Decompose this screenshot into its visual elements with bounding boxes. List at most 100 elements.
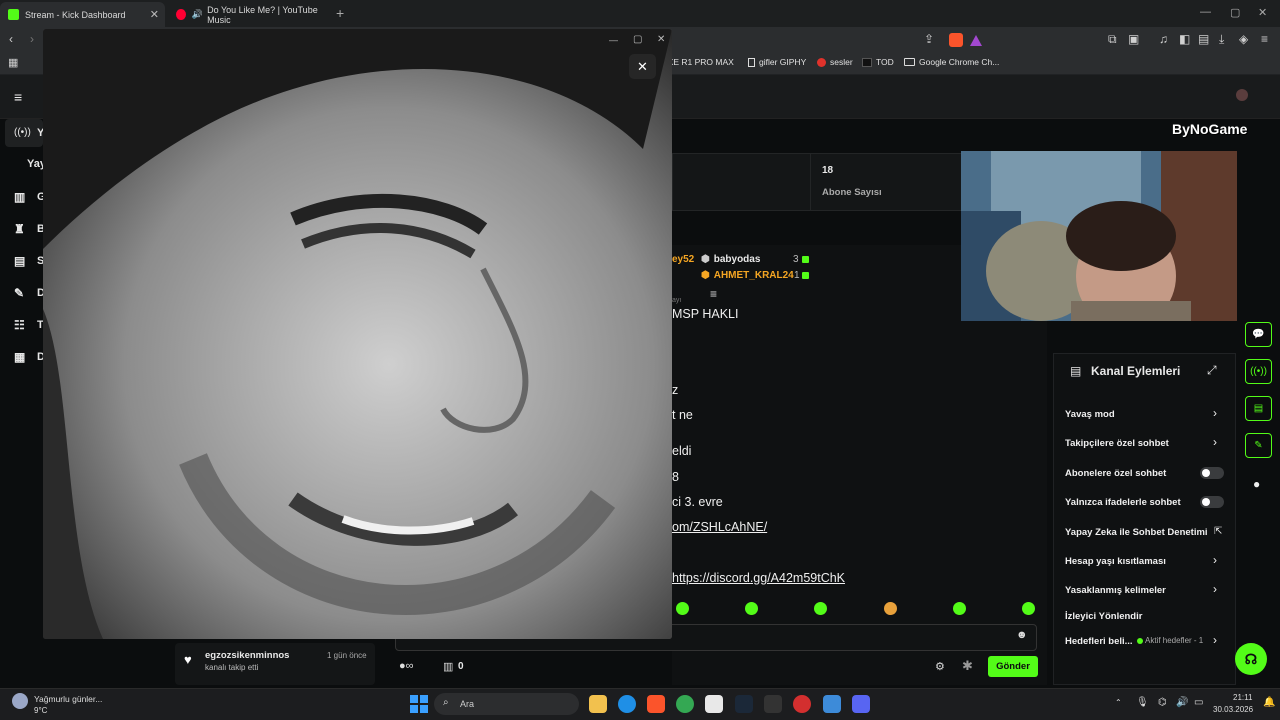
action-ai-moderation[interactable]: Yapay Zeka ile Sohbet Denetimi bbox=[1065, 527, 1208, 538]
chat-link[interactable]: https://discord.gg/A42m59tChK bbox=[672, 571, 845, 585]
action-followers-only[interactable]: Takipçilere özel sohbet bbox=[1065, 438, 1169, 449]
user-avatar[interactable] bbox=[1236, 89, 1248, 101]
chevron-right-icon[interactable]: › bbox=[1213, 582, 1217, 596]
chat-toggle-icon[interactable]: 💬 bbox=[1245, 322, 1272, 347]
close-tab-icon[interactable]: ✕ bbox=[150, 8, 159, 21]
bookmark-sesler[interactable]: sesler bbox=[817, 57, 853, 67]
emote-icon[interactable] bbox=[884, 602, 897, 615]
store-icon[interactable] bbox=[705, 695, 723, 713]
volume-icon[interactable]: 🔊 bbox=[1176, 697, 1188, 708]
chevron-right-icon[interactable]: › bbox=[1213, 633, 1217, 647]
brave-icon[interactable] bbox=[647, 695, 665, 713]
popup-close-window-icon[interactable]: ✕ bbox=[657, 34, 665, 45]
chevron-right-icon[interactable]: › bbox=[1213, 406, 1217, 420]
tray-chevron-icon[interactable]: ⌃ bbox=[1115, 698, 1122, 707]
chevron-right-icon[interactable]: › bbox=[1213, 435, 1217, 449]
expand-gifters-icon[interactable]: ≡ bbox=[710, 287, 717, 301]
layout-icon: ▤ bbox=[14, 254, 26, 268]
apps-grid-icon[interactable]: ▦ bbox=[8, 56, 18, 69]
back-icon[interactable]: ‹ bbox=[9, 32, 13, 46]
external-link-icon[interactable]: ⇱ bbox=[1214, 526, 1222, 537]
minimize-window-icon[interactable]: — bbox=[1200, 6, 1211, 18]
close-window-icon[interactable]: ✕ bbox=[1258, 6, 1267, 19]
popup-minimize-icon[interactable]: — bbox=[609, 35, 618, 45]
points-count: 0 bbox=[458, 661, 464, 672]
bookmark-folder-chrome[interactable]: Google Chrome Ch... bbox=[904, 57, 999, 67]
sidebar-icon[interactable]: ◧ bbox=[1179, 32, 1190, 46]
windows-start-icon[interactable] bbox=[410, 695, 428, 713]
tab-youtube-music[interactable]: 🔊 Do You Like Me? | YouTube Music bbox=[168, 2, 330, 27]
weather-icon[interactable] bbox=[12, 693, 28, 709]
vpn-icon[interactable]: ◈ bbox=[1239, 32, 1248, 46]
emoji-picker-icon[interactable]: ☻ bbox=[1016, 629, 1028, 641]
downloads-icon[interactable]: ⤓ bbox=[1219, 32, 1224, 47]
layout-toggle-icon[interactable]: ▤ bbox=[1245, 396, 1272, 421]
chat-message: 8 bbox=[672, 470, 679, 484]
send-button[interactable]: Gönder bbox=[988, 656, 1038, 677]
notifications-icon[interactable]: 🔔 bbox=[1263, 697, 1275, 708]
mod-tools-icon[interactable]: ✱ bbox=[962, 658, 973, 674]
bookmark-tod[interactable]: TOD bbox=[862, 57, 894, 67]
chat-settings-icon[interactable]: ⚙ bbox=[935, 660, 945, 673]
brand-watermark: ByNoGame bbox=[1172, 121, 1248, 137]
app-icon[interactable] bbox=[793, 695, 811, 713]
forward-icon[interactable]: › bbox=[30, 32, 34, 46]
chrome-icon[interactable] bbox=[676, 695, 694, 713]
trash-icon[interactable]: ▥ bbox=[443, 660, 453, 673]
menu-icon[interactable]: ≡ bbox=[1261, 32, 1268, 46]
tools-toggle-icon[interactable]: ✎ bbox=[1245, 433, 1272, 458]
action-account-age[interactable]: Hesap yaşı kısıtlaması bbox=[1065, 556, 1166, 567]
emote-icon[interactable] bbox=[1022, 602, 1035, 615]
points-infinity-icon[interactable]: ●∞ bbox=[399, 660, 414, 672]
brave-shield-icon[interactable] bbox=[949, 33, 963, 47]
bookmark-giphy[interactable]: gifler GIPHY bbox=[748, 57, 806, 67]
emote-icon[interactable] bbox=[953, 602, 966, 615]
network-icon[interactable]: ⌬ bbox=[1158, 697, 1167, 708]
action-raid[interactable]: İzleyici Yönlendir bbox=[1065, 611, 1142, 622]
reader-icon[interactable]: ▣ bbox=[1128, 32, 1139, 46]
bookmark-vxe[interactable]: VXE R1 PRO MAX bbox=[662, 57, 734, 67]
obs-icon[interactable] bbox=[823, 695, 841, 713]
chevron-right-icon[interactable]: › bbox=[1213, 553, 1217, 567]
mic-icon[interactable]: 🎙 bbox=[1136, 697, 1149, 708]
action-slow-mode[interactable]: Yavaş mod bbox=[1065, 409, 1115, 420]
extensions-icon[interactable]: ⧉ bbox=[1108, 32, 1117, 47]
broadcast-toggle-icon[interactable]: ((•)) bbox=[1245, 359, 1272, 384]
emote-icon[interactable] bbox=[676, 602, 689, 615]
brave-rewards-icon[interactable] bbox=[970, 35, 982, 46]
tab-title: Do You Like Me? | YouTube Music bbox=[207, 4, 318, 25]
media-icon[interactable]: ♫ bbox=[1159, 32, 1168, 46]
emote-icon[interactable] bbox=[745, 602, 758, 615]
battery-icon[interactable]: ▭ bbox=[1194, 697, 1203, 708]
gift-icon: ⬢ bbox=[701, 270, 710, 281]
maximize-window-icon[interactable]: ▢ bbox=[1230, 6, 1240, 19]
share-icon[interactable]: ⇪ bbox=[924, 32, 934, 46]
clock-date[interactable]: 30.03.2026 bbox=[1213, 705, 1253, 714]
tab-kick-dashboard[interactable]: Stream - Kick Dashboard ✕ bbox=[0, 2, 165, 27]
epic-games-icon[interactable] bbox=[764, 695, 782, 713]
active-dot-icon bbox=[1137, 638, 1143, 644]
close-icon[interactable]: ✕ bbox=[629, 54, 656, 79]
subscribers-only-toggle[interactable] bbox=[1200, 467, 1224, 479]
file-explorer-icon[interactable] bbox=[589, 695, 607, 713]
chat-link[interactable]: om/ZSHLcAhNE/ bbox=[672, 520, 767, 534]
taskbar-search[interactable] bbox=[434, 693, 579, 715]
action-goals[interactable]: Hedefleri beli... bbox=[1065, 636, 1133, 647]
discord-icon[interactable] bbox=[852, 695, 870, 713]
new-tab-button[interactable]: + bbox=[336, 5, 344, 21]
support-icon[interactable]: ☊ bbox=[1235, 643, 1267, 675]
clock-time[interactable]: 21:11 bbox=[1233, 693, 1252, 702]
popup-maximize-icon[interactable]: ▢ bbox=[633, 34, 642, 45]
more-icon[interactable]: ● bbox=[1253, 477, 1260, 491]
emote-icon[interactable] bbox=[814, 602, 827, 615]
popout-icon[interactable]: ⤢ bbox=[1207, 363, 1217, 378]
hamburger-menu-icon[interactable]: ≡ bbox=[14, 89, 22, 105]
webcam-image bbox=[961, 151, 1237, 321]
steam-icon[interactable] bbox=[735, 695, 753, 713]
emotes-only-toggle[interactable] bbox=[1200, 496, 1224, 508]
wallet-icon[interactable]: ▤ bbox=[1198, 32, 1209, 46]
action-banned-words[interactable]: Yasaklanmış kelimeler bbox=[1065, 585, 1166, 596]
trophy-icon: ♜ bbox=[14, 222, 25, 236]
edge-icon[interactable] bbox=[618, 695, 636, 713]
weather-label[interactable]: Yağmurlu günler... bbox=[34, 694, 102, 704]
